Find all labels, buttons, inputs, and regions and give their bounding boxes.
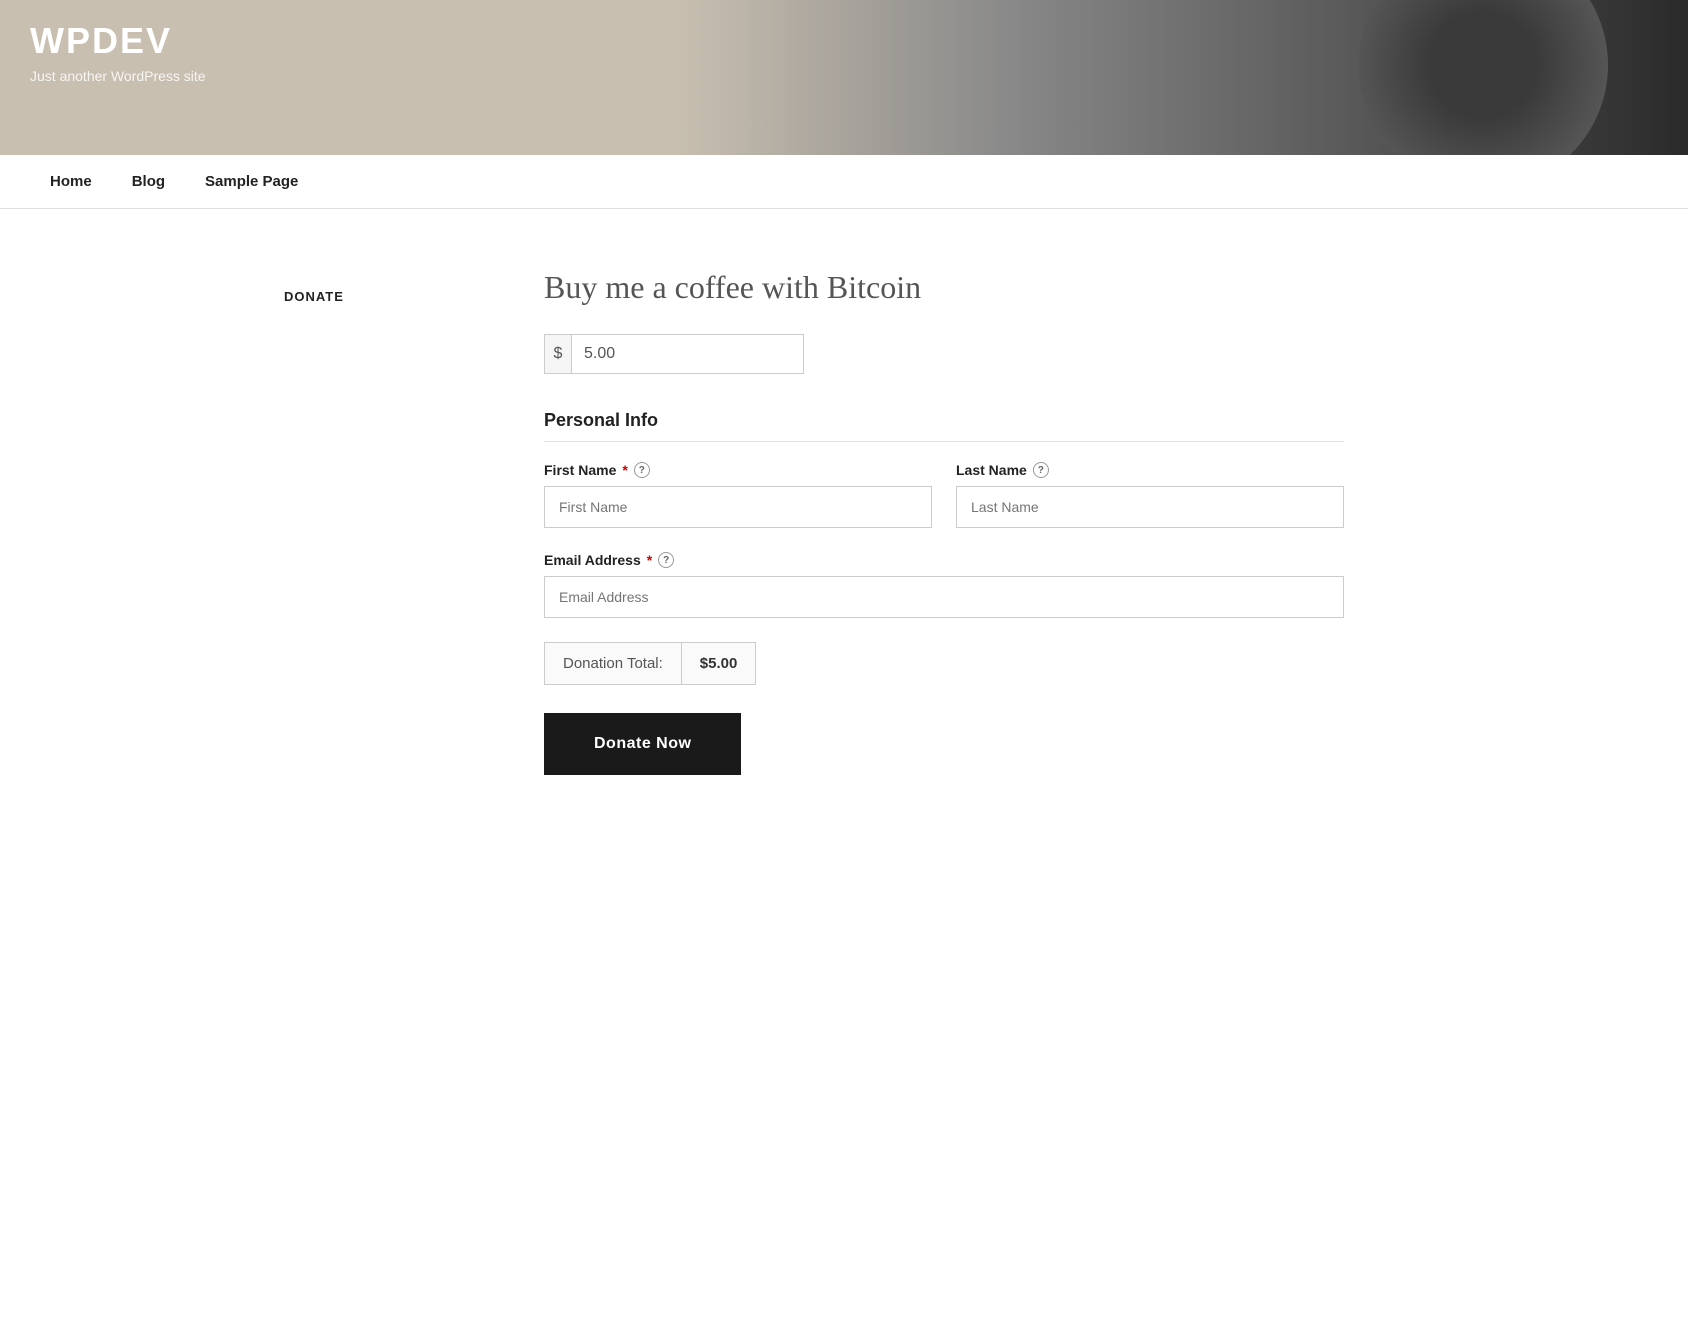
- last-name-label: Last Name ?: [956, 462, 1344, 478]
- total-label: Donation Total:: [544, 642, 681, 685]
- email-help-icon: ?: [658, 552, 674, 568]
- header-content: WPDEV Just another WordPress site: [30, 20, 206, 84]
- form-title: Buy me a coffee with Bitcoin: [544, 269, 1344, 306]
- email-group: Email Address * ?: [544, 552, 1344, 618]
- sidebar: DONATE: [284, 269, 484, 775]
- donate-now-button[interactable]: Donate Now: [544, 713, 741, 775]
- donation-total-row: Donation Total: $5.00: [544, 642, 1344, 685]
- header-decoration: [1358, 0, 1608, 155]
- first-name-help-icon: ?: [634, 462, 650, 478]
- amount-row: $: [544, 334, 804, 374]
- nav-item-sample-page[interactable]: Sample Page: [185, 155, 318, 208]
- last-name-input[interactable]: [956, 486, 1344, 528]
- last-name-label-text: Last Name: [956, 462, 1027, 478]
- last-name-help-icon: ?: [1033, 462, 1049, 478]
- site-header: WPDEV Just another WordPress site: [0, 0, 1688, 155]
- nav-link-sample-page[interactable]: Sample Page: [185, 155, 318, 208]
- amount-input[interactable]: [571, 334, 804, 374]
- nav-item-blog[interactable]: Blog: [112, 155, 185, 208]
- donate-form-section: Buy me a coffee with Bitcoin $ Personal …: [544, 269, 1344, 775]
- first-name-label: First Name * ?: [544, 462, 932, 478]
- email-label-text: Email Address: [544, 552, 641, 568]
- site-navigation: Home Blog Sample Page: [0, 155, 1688, 209]
- first-name-group: First Name * ?: [544, 462, 932, 528]
- personal-info-title: Personal Info: [544, 410, 1344, 442]
- first-name-input[interactable]: [544, 486, 932, 528]
- email-input[interactable]: [544, 576, 1344, 618]
- sidebar-donate-title: DONATE: [284, 289, 484, 304]
- main-content: DONATE Buy me a coffee with Bitcoin $ Pe…: [244, 209, 1444, 855]
- site-tagline: Just another WordPress site: [30, 68, 206, 84]
- currency-symbol: $: [544, 334, 571, 374]
- nav-link-home[interactable]: Home: [30, 155, 112, 208]
- nav-item-home[interactable]: Home: [30, 155, 112, 208]
- site-title: WPDEV: [30, 20, 206, 62]
- email-label: Email Address * ?: [544, 552, 1344, 568]
- email-row: Email Address * ?: [544, 552, 1344, 618]
- total-value: $5.00: [681, 642, 757, 685]
- email-required: *: [647, 552, 652, 568]
- nav-link-blog[interactable]: Blog: [112, 155, 185, 208]
- first-name-label-text: First Name: [544, 462, 616, 478]
- last-name-group: Last Name ?: [956, 462, 1344, 528]
- first-name-required: *: [622, 462, 627, 478]
- name-row: First Name * ? Last Name ?: [544, 462, 1344, 528]
- nav-list: Home Blog Sample Page: [30, 155, 1658, 208]
